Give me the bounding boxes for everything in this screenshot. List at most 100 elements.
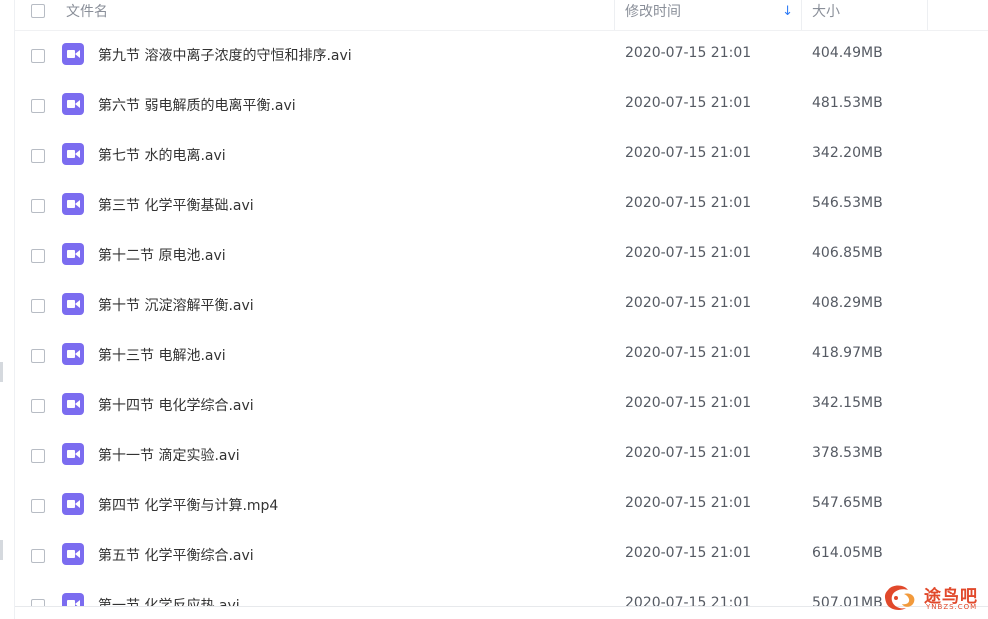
file-size: 404.49MB <box>812 45 883 61</box>
row-checkbox[interactable] <box>31 299 45 313</box>
video-file-icon <box>62 193 84 215</box>
camera-body-glyph <box>67 100 75 108</box>
camera-lens-glyph <box>75 400 80 408</box>
file-size: 547.65MB <box>812 495 883 511</box>
camera-lens-glyph <box>75 150 80 158</box>
left-sidebar-edge <box>0 0 15 619</box>
file-size: 546.53MB <box>812 195 883 211</box>
sort-down-icon[interactable]: ↓ <box>782 5 793 19</box>
row-checkbox[interactable] <box>31 199 45 213</box>
camera-body-glyph <box>67 350 75 358</box>
file-row[interactable]: 第十一节 滴定实验.avi 2020-07-15 21:01 378.53MB <box>15 431 988 481</box>
file-list: 第九节 溶液中离子浓度的守恒和排序.avi 2020-07-15 21:01 404… <box>15 31 988 606</box>
watermark-url: YNBZS.COM <box>926 603 978 611</box>
list-header: 文件名 修改时间 ↓ 大小 <box>15 0 988 31</box>
list-bottom-edge <box>15 606 988 619</box>
camera-body-glyph <box>67 300 75 308</box>
row-checkbox[interactable] <box>31 99 45 113</box>
file-name[interactable]: 第十节 沉淀溶解平衡.avi <box>98 295 254 315</box>
file-name[interactable]: 第九节 溶液中离子浓度的守恒和排序.avi <box>98 45 352 65</box>
file-name[interactable]: 第六节 弱电解质的电离平衡.avi <box>98 95 296 115</box>
file-row[interactable]: 第五节 化学平衡综合.avi 2020-07-15 21:01 614.05MB <box>15 531 988 581</box>
video-file-icon <box>62 343 84 365</box>
file-size: 378.53MB <box>812 445 883 461</box>
row-checkbox[interactable] <box>31 249 45 263</box>
camera-body-glyph <box>67 550 75 558</box>
file-size: 481.53MB <box>812 95 883 111</box>
row-checkbox[interactable] <box>31 599 45 606</box>
column-header-size[interactable]: 大小 <box>801 0 927 30</box>
row-checkbox[interactable] <box>31 449 45 463</box>
row-checkbox[interactable] <box>31 499 45 513</box>
file-size: 408.29MB <box>812 295 883 311</box>
file-row[interactable]: 第十节 沉淀溶解平衡.avi 2020-07-15 21:01 408.29MB <box>15 281 988 331</box>
file-name[interactable]: 第十三节 电解池.avi <box>98 345 226 365</box>
resize-handle[interactable] <box>0 362 3 382</box>
file-name[interactable]: 第五节 化学平衡综合.avi <box>98 545 254 565</box>
camera-body-glyph <box>67 50 75 58</box>
file-size: 614.05MB <box>812 545 883 561</box>
column-header-modified-label: 修改时间 <box>625 4 681 20</box>
file-modified-time: 2020-07-15 21:01 <box>625 95 752 111</box>
select-all-checkbox[interactable] <box>31 4 45 18</box>
video-file-icon <box>62 293 84 315</box>
file-name[interactable]: 第三节 化学平衡基础.avi <box>98 195 254 215</box>
resize-handle[interactable] <box>0 540 3 560</box>
file-row[interactable]: 第九节 溶液中离子浓度的守恒和排序.avi 2020-07-15 21:01 404… <box>15 31 988 81</box>
file-row[interactable]: 第十二节 原电池.avi 2020-07-15 21:01 406.85MB <box>15 231 988 281</box>
row-checkbox[interactable] <box>31 349 45 363</box>
file-row[interactable]: 第一节 化学反应热.avi 2020-07-15 21:01 507.01MB <box>15 581 988 606</box>
camera-body-glyph <box>67 200 75 208</box>
file-name[interactable]: 第十二节 原电池.avi <box>98 245 226 265</box>
file-modified-time: 2020-07-15 21:01 <box>625 245 752 261</box>
video-file-icon <box>62 393 84 415</box>
camera-lens-glyph <box>75 250 80 258</box>
file-modified-time: 2020-07-15 21:01 <box>625 195 752 211</box>
file-row[interactable]: 第十四节 电化学综合.avi 2020-07-15 21:01 342.15MB <box>15 381 988 431</box>
file-row[interactable]: 第十三节 电解池.avi 2020-07-15 21:01 418.97MB <box>15 331 988 381</box>
file-name[interactable]: 第一节 化学反应热.avi <box>98 595 240 606</box>
camera-lens-glyph <box>75 550 80 558</box>
file-size: 342.15MB <box>812 395 883 411</box>
camera-lens-glyph <box>75 50 80 58</box>
video-file-icon <box>62 93 84 115</box>
row-checkbox[interactable] <box>31 549 45 563</box>
file-modified-time: 2020-07-15 21:01 <box>625 145 752 161</box>
file-name[interactable]: 第十一节 滴定实验.avi <box>98 445 240 465</box>
file-row[interactable]: 第三节 化学平衡基础.avi 2020-07-15 21:01 546.53MB <box>15 181 988 231</box>
camera-lens-glyph <box>75 100 80 108</box>
column-header-name-label: 文件名 <box>66 4 108 20</box>
video-file-icon <box>62 443 84 465</box>
column-header-spacer <box>927 0 988 30</box>
file-name[interactable]: 第十四节 电化学综合.avi <box>98 395 254 415</box>
file-list-view: 文件名 修改时间 ↓ 大小 第九节 溶液中离子浓度的守恒和排序.avi 2020-… <box>0 0 988 619</box>
site-watermark: 途鸟吧 YNBZS.COM <box>882 580 986 616</box>
row-checkbox[interactable] <box>31 149 45 163</box>
file-modified-time: 2020-07-15 21:01 <box>625 595 752 606</box>
row-checkbox[interactable] <box>31 399 45 413</box>
column-header-name[interactable]: 文件名 <box>66 0 612 30</box>
video-file-icon <box>62 43 84 65</box>
file-row[interactable]: 第七节 水的电离.avi 2020-07-15 21:01 342.20MB <box>15 131 988 181</box>
video-file-icon <box>62 593 84 606</box>
file-size: 406.85MB <box>812 245 883 261</box>
file-size: 507.01MB <box>812 595 883 606</box>
row-checkbox[interactable] <box>31 49 45 63</box>
file-row[interactable]: 第四节 化学平衡与计算.mp4 2020-07-15 21:01 547.65MB <box>15 481 988 531</box>
file-modified-time: 2020-07-15 21:01 <box>625 295 752 311</box>
column-header-size-label: 大小 <box>812 4 840 20</box>
camera-lens-glyph <box>75 500 80 508</box>
watermark-logo-icon <box>884 585 915 610</box>
camera-lens-glyph <box>75 300 80 308</box>
file-modified-time: 2020-07-15 21:01 <box>625 545 752 561</box>
file-modified-time: 2020-07-15 21:01 <box>625 45 752 61</box>
video-file-icon <box>62 243 84 265</box>
file-size: 418.97MB <box>812 345 883 361</box>
column-header-modified[interactable]: 修改时间 ↓ <box>614 0 801 30</box>
file-name[interactable]: 第四节 化学平衡与计算.mp4 <box>98 495 278 515</box>
file-size: 342.20MB <box>812 145 883 161</box>
file-row[interactable]: 第六节 弱电解质的电离平衡.avi 2020-07-15 21:01 481.53M… <box>15 81 988 131</box>
file-modified-time: 2020-07-15 21:01 <box>625 345 752 361</box>
camera-body-glyph <box>67 450 75 458</box>
file-name[interactable]: 第七节 水的电离.avi <box>98 145 226 165</box>
